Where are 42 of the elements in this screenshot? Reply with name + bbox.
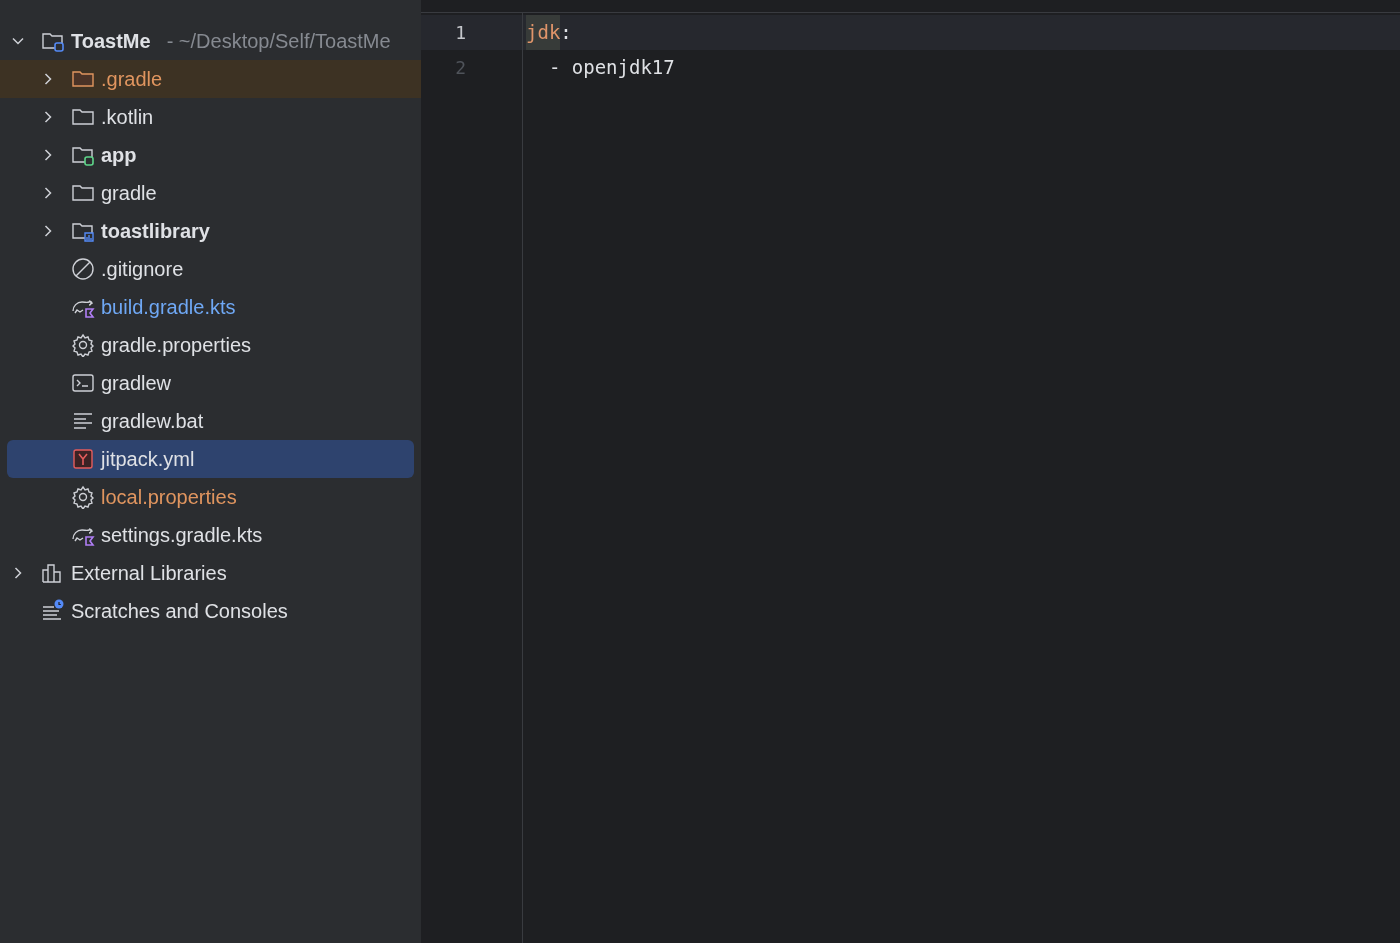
tree-item-label: External Libraries xyxy=(71,561,227,586)
tree-row[interactable]: app xyxy=(0,136,421,174)
path-hint: - ~/Desktop/Self/ToastMe xyxy=(166,29,391,54)
tree-row[interactable]: build.gradle.kts xyxy=(0,288,421,326)
line-number: 2 xyxy=(455,56,466,80)
tree-item-label: gradlew.bat xyxy=(101,409,204,434)
tree-item-label: local.properties xyxy=(101,485,237,510)
tree-item-label: ToastMe xyxy=(71,29,151,54)
tree-item-label: .gradle xyxy=(101,67,163,92)
tree-row[interactable]: jitpack.yml xyxy=(7,440,414,478)
tree-row[interactable]: External Libraries xyxy=(0,554,421,592)
tree-item-label: .gitignore xyxy=(101,257,184,282)
tree-item-label: Scratches and Consoles xyxy=(71,599,288,624)
terminal-icon xyxy=(71,371,95,395)
tree-item-label: gradle xyxy=(101,181,157,206)
tree-row[interactable]: gradlew xyxy=(0,364,421,402)
tree-row[interactable]: gradle.properties xyxy=(0,326,421,364)
tree-row[interactable]: Scratches and Consoles xyxy=(0,592,421,630)
tree-row[interactable]: .kotlin xyxy=(0,98,421,136)
tree-row[interactable]: .gradle xyxy=(0,60,421,98)
tree-item-label: jitpack.yml xyxy=(101,447,195,472)
tree-item-label: gradlew xyxy=(101,371,172,396)
tree-row[interactable]: ToastMe - ~/Desktop/Self/ToastMe xyxy=(0,22,421,60)
tree-row[interactable]: .gitignore xyxy=(0,250,421,288)
tree-row[interactable]: local.properties xyxy=(0,478,421,516)
line-number: 1 xyxy=(455,21,466,45)
tree-row[interactable]: gradlew.bat xyxy=(0,402,421,440)
tree-item-label: app xyxy=(101,143,137,168)
slashed-circle-icon xyxy=(71,257,95,281)
tree-row[interactable]: gradle xyxy=(0,174,421,212)
tree-row[interactable]: settings.gradle.kts xyxy=(0,516,421,554)
tree-item-label: toastlibrary xyxy=(101,219,210,244)
tree-row[interactable]: toastlibrary xyxy=(0,212,421,250)
code-line: - openjdk17 xyxy=(547,55,675,81)
letter-y-icon xyxy=(71,447,95,471)
tree-item-label: .kotlin xyxy=(101,105,154,130)
gear-icon xyxy=(71,485,95,509)
notes-clock-icon xyxy=(41,599,65,623)
tree-item-label: settings.gradle.kts xyxy=(101,523,263,548)
gear-icon xyxy=(71,333,95,357)
tree-item-label: build.gradle.kts xyxy=(101,295,236,320)
tree-item-label: gradle.properties xyxy=(101,333,252,358)
